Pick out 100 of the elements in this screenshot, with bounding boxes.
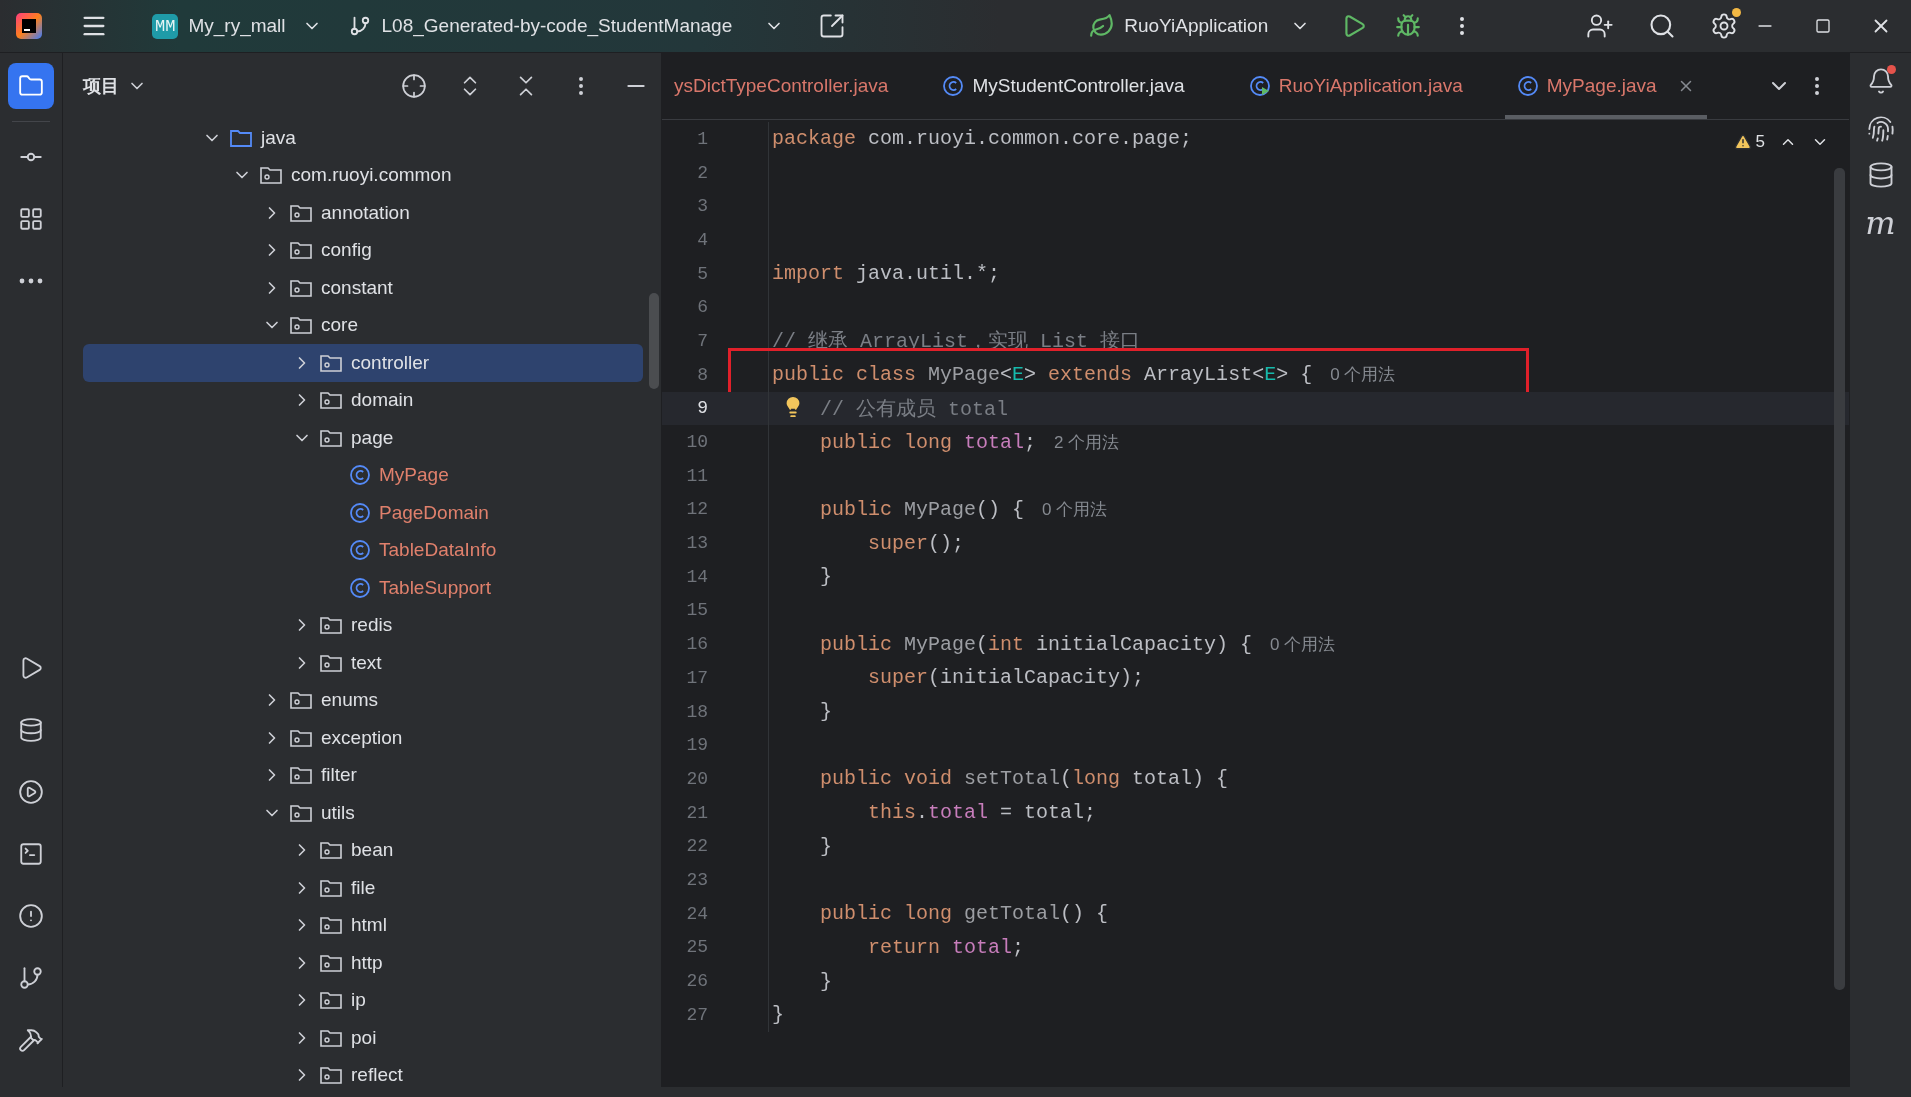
line-number: 13 bbox=[662, 526, 769, 560]
run-configuration[interactable]: RuoYiApplication bbox=[1124, 15, 1269, 37]
code-line: package com.ruoyi.common.core.page; bbox=[772, 127, 1193, 151]
class-icon bbox=[349, 501, 371, 524]
line-number: 10 bbox=[662, 425, 769, 459]
package-folder-icon bbox=[319, 1064, 343, 1087]
editor-tab[interactable]: RuoYiApplication.java bbox=[1236, 53, 1475, 119]
branch-name[interactable]: L08_Generated-by-code_StudentManage bbox=[381, 15, 733, 37]
tree-item[interactable]: reflect bbox=[83, 1056, 643, 1087]
line-number: 14 bbox=[662, 559, 769, 594]
tree-item[interactable]: PageDomain bbox=[83, 494, 643, 532]
package-folder-icon bbox=[289, 764, 313, 787]
tool-window-button[interactable] bbox=[8, 63, 54, 109]
tree-item[interactable]: poi bbox=[83, 1019, 643, 1057]
tree-item[interactable]: exception bbox=[83, 719, 643, 757]
code-line: public long total; bbox=[820, 430, 1037, 454]
tree-item[interactable]: TableDataInfo bbox=[83, 531, 643, 569]
scrollbar[interactable] bbox=[649, 293, 659, 389]
code-line: public class MyPage<E> extends ArrayList<E> { bbox=[772, 363, 1313, 387]
tree-item[interactable]: redis bbox=[83, 606, 643, 644]
line-number: 12 bbox=[662, 492, 769, 527]
code-line: } bbox=[772, 1003, 784, 1027]
folder-icon bbox=[18, 73, 44, 99]
panel-title[interactable]: 项目 bbox=[83, 74, 119, 98]
database-icon bbox=[18, 717, 44, 743]
tree-item[interactable]: page bbox=[83, 419, 643, 457]
usage-hint[interactable]: 2 个用法 bbox=[1054, 430, 1120, 454]
line-number: 3 bbox=[662, 189, 769, 224]
tree-item[interactable]: html bbox=[83, 906, 643, 944]
tree-item[interactable]: file bbox=[83, 869, 643, 907]
structure-icon bbox=[18, 206, 44, 232]
tree-item[interactable]: enums bbox=[83, 681, 643, 719]
class-icon bbox=[349, 576, 371, 599]
line-number: 19 bbox=[662, 728, 769, 763]
maven-glyph[interactable]: m bbox=[1865, 207, 1896, 239]
hammer-icon bbox=[18, 1027, 44, 1053]
line-number: 6 bbox=[662, 290, 769, 325]
tree-item[interactable]: TableSupport bbox=[83, 569, 643, 607]
line-number: 9 bbox=[662, 391, 769, 426]
branch-icon bbox=[18, 965, 44, 991]
tree-item[interactable]: controller bbox=[83, 344, 643, 382]
line-number: 16 bbox=[662, 627, 769, 661]
line-number: 22 bbox=[662, 829, 769, 864]
line-number: 7 bbox=[662, 324, 769, 358]
class-icon bbox=[1516, 75, 1539, 97]
package-folder-icon bbox=[259, 164, 283, 187]
tree-item[interactable]: config bbox=[83, 231, 643, 269]
tree-item[interactable]: java bbox=[83, 119, 643, 157]
code-line: public void setTotal(long total) { bbox=[820, 767, 1229, 791]
code-line: public MyPage() { bbox=[820, 497, 1025, 521]
tree-item[interactable]: ip bbox=[83, 981, 643, 1019]
tree-item[interactable]: utils bbox=[83, 794, 643, 832]
app-logo-icon[interactable] bbox=[16, 13, 42, 39]
crosshair-icon[interactable] bbox=[401, 73, 427, 99]
editor-tab[interactable]: MyStudentController.java bbox=[930, 53, 1197, 119]
code-line: // 公有成员 total bbox=[820, 396, 1009, 422]
package-folder-icon bbox=[289, 314, 313, 337]
tree-item[interactable]: constant bbox=[83, 269, 643, 307]
tree-item[interactable]: bean bbox=[83, 831, 643, 869]
class-icon bbox=[942, 75, 965, 97]
tree-item[interactable]: domain bbox=[83, 381, 643, 419]
usage-hint[interactable]: 0 个用法 bbox=[1330, 363, 1396, 387]
code-line: } bbox=[820, 834, 832, 858]
line-number: 21 bbox=[662, 795, 769, 830]
package-folder-icon bbox=[319, 989, 343, 1012]
fingerprint-icon[interactable] bbox=[1866, 115, 1895, 143]
tree-item[interactable]: filter bbox=[83, 756, 643, 794]
code-line: super(); bbox=[868, 531, 965, 555]
project-name[interactable]: My_ry_mall bbox=[188, 15, 286, 37]
terminal-icon bbox=[18, 841, 44, 867]
line-number: 24 bbox=[662, 896, 769, 931]
tree-item[interactable]: annotation bbox=[83, 194, 643, 232]
services-icon bbox=[18, 779, 44, 805]
line-number: 1 bbox=[662, 122, 769, 156]
code-line: } bbox=[820, 700, 832, 724]
code-line: } bbox=[820, 565, 832, 589]
project-badge: MM bbox=[152, 13, 179, 39]
editor-tab[interactable]: MyPage.java bbox=[1504, 53, 1707, 119]
package-folder-icon bbox=[319, 389, 343, 412]
line-number: 15 bbox=[662, 593, 769, 628]
code-line: public long getTotal() { bbox=[820, 902, 1109, 926]
scrollbar[interactable] bbox=[1834, 168, 1845, 990]
line-number: 11 bbox=[662, 458, 769, 493]
tree-item[interactable]: text bbox=[83, 644, 643, 682]
code-line: public MyPage(int initialCapacity) { bbox=[820, 632, 1253, 656]
editor-tab[interactable]: ysDictTypeController.java bbox=[662, 53, 901, 119]
warning-count[interactable]: 5 bbox=[1755, 132, 1765, 152]
usage-hint[interactable]: 0 个用法 bbox=[1270, 632, 1336, 656]
code-line: return total; bbox=[868, 935, 1025, 959]
line-number: 2 bbox=[662, 155, 769, 190]
line-number: 20 bbox=[662, 762, 769, 796]
tree-item[interactable]: core bbox=[83, 306, 643, 344]
usage-hint[interactable]: 0 个用法 bbox=[1042, 497, 1108, 521]
package-folder-icon bbox=[289, 239, 313, 262]
line-number: 18 bbox=[662, 694, 769, 729]
tree-item[interactable]: MyPage bbox=[83, 456, 643, 494]
tree-item[interactable]: http bbox=[83, 944, 643, 982]
class-icon bbox=[349, 464, 371, 487]
package-folder-icon bbox=[319, 614, 343, 637]
tree-item[interactable]: com.ruoyi.common bbox=[83, 156, 643, 194]
